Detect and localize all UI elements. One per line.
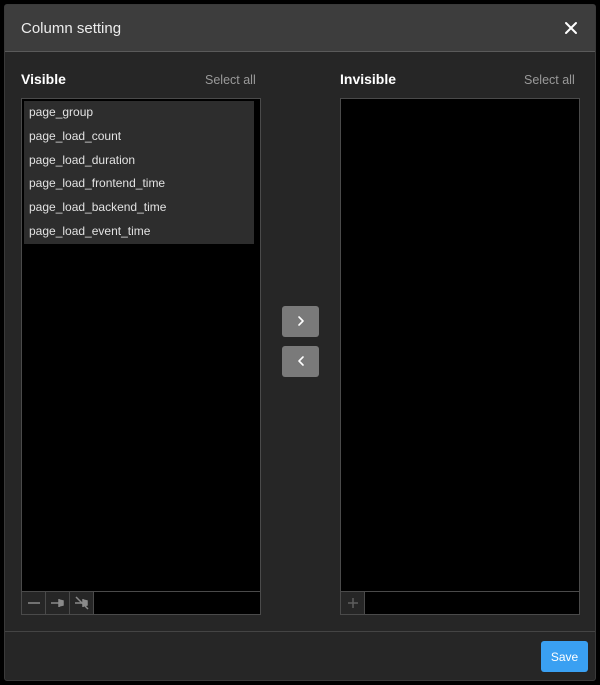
dialog-title: Column setting: [21, 20, 122, 37]
visible-select-all-link[interactable]: Select all: [205, 73, 256, 87]
dialog-header: Column setting: [5, 5, 595, 52]
chevron-right-icon: [298, 316, 304, 326]
visible-panel-title: Visible: [21, 71, 66, 87]
list-item[interactable]: page_load_backend_time: [24, 196, 254, 220]
list-item[interactable]: page_load_duration: [24, 149, 254, 173]
list-item[interactable]: page_group: [24, 101, 254, 125]
move-to-visible-button[interactable]: [282, 346, 319, 377]
move-to-invisible-button[interactable]: [282, 306, 319, 337]
list-item[interactable]: page_load_count: [24, 125, 254, 149]
invisible-select-all-link[interactable]: Select all: [524, 73, 575, 87]
pin-icon: [51, 599, 64, 607]
unpin-icon: [75, 596, 89, 610]
visible-columns-list[interactable]: page_group page_load_count page_load_durat…: [21, 98, 261, 615]
visible-list-toolbar: [22, 591, 260, 614]
footer-divider: [5, 631, 595, 632]
close-button[interactable]: [559, 16, 583, 40]
remove-button[interactable]: [22, 592, 46, 614]
unpin-button[interactable]: [70, 592, 94, 614]
invisible-columns-list[interactable]: [340, 98, 580, 615]
chevron-left-icon: [298, 356, 304, 366]
visible-items-group: page_group page_load_count page_load_durat…: [24, 101, 254, 244]
column-setting-dialog: Column setting Visible Select all page_g…: [4, 4, 596, 681]
pin-button[interactable]: [46, 592, 70, 614]
list-item[interactable]: page_load_event_time: [24, 220, 254, 244]
plus-icon: [348, 598, 358, 608]
add-button[interactable]: [341, 592, 365, 614]
invisible-panel-title: Invisible: [340, 71, 397, 87]
save-button[interactable]: Save: [541, 641, 588, 672]
minus-icon: [28, 602, 40, 604]
list-item[interactable]: page_load_frontend_time: [24, 172, 254, 196]
close-icon: [565, 22, 577, 34]
invisible-list-toolbar: [341, 591, 579, 614]
